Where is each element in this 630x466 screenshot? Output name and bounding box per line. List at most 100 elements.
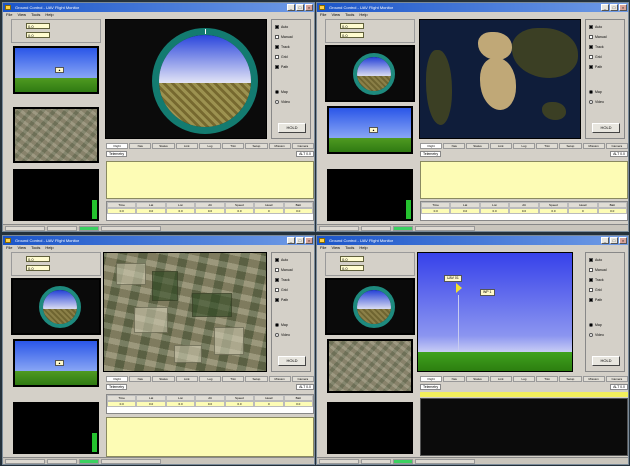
checkbox-box[interactable] bbox=[589, 298, 593, 302]
close-button[interactable]: × bbox=[305, 237, 313, 244]
log-area[interactable] bbox=[420, 161, 628, 199]
radio-dot[interactable] bbox=[589, 90, 593, 94]
menu-view[interactable]: View bbox=[331, 245, 340, 251]
tab-link[interactable]: Link bbox=[175, 376, 198, 382]
satellite-map[interactable] bbox=[103, 252, 267, 372]
checkbox-box[interactable] bbox=[275, 278, 279, 282]
checkbox-box[interactable] bbox=[275, 65, 279, 69]
checkbox-track[interactable]: Track bbox=[589, 278, 604, 282]
checkbox-box[interactable] bbox=[589, 35, 593, 39]
tab-mission[interactable]: Mission bbox=[268, 376, 291, 382]
titlebar[interactable]: Ground Control - UAV Flight Monitor _ □ … bbox=[3, 236, 314, 245]
tab-flight[interactable]: Flight bbox=[106, 143, 129, 149]
menu-file[interactable]: File bbox=[6, 12, 12, 18]
checkbox-auto[interactable]: Auto bbox=[589, 258, 602, 262]
maximize-button[interactable]: □ bbox=[610, 4, 618, 11]
checkbox-box[interactable] bbox=[275, 55, 279, 59]
readout-field[interactable]: 0.0 bbox=[26, 256, 50, 262]
checkbox-box[interactable] bbox=[589, 258, 593, 262]
checkbox-box[interactable] bbox=[275, 298, 279, 302]
menu-view[interactable]: View bbox=[17, 245, 26, 251]
checkbox-box[interactable] bbox=[275, 45, 279, 49]
tab-trim[interactable]: Trim bbox=[536, 143, 559, 149]
tab-log[interactable]: Log bbox=[198, 376, 222, 382]
checkbox-grid[interactable]: Grid bbox=[589, 55, 602, 59]
radio-map[interactable]: Map bbox=[275, 323, 288, 327]
tab-setup[interactable]: Setup bbox=[559, 376, 582, 382]
tab-camera[interactable]: Camera bbox=[291, 376, 314, 382]
tab-camera[interactable]: Camera bbox=[605, 143, 628, 149]
satellite-thumbnail[interactable] bbox=[13, 107, 99, 163]
maximize-button[interactable]: □ bbox=[610, 237, 618, 244]
tab-status[interactable]: Status bbox=[152, 376, 175, 382]
menu-file[interactable]: File bbox=[6, 245, 12, 251]
radio-video[interactable]: Video bbox=[589, 333, 604, 337]
tab-status[interactable]: Status bbox=[152, 143, 175, 149]
checkbox-path[interactable]: Path bbox=[589, 65, 602, 69]
menu-file[interactable]: File bbox=[320, 12, 326, 18]
checkbox-grid[interactable]: Grid bbox=[275, 288, 288, 292]
menu-view[interactable]: View bbox=[17, 12, 26, 18]
checkbox-path[interactable]: Path bbox=[275, 298, 288, 302]
tab-setup[interactable]: Setup bbox=[245, 376, 268, 382]
radio-dot[interactable] bbox=[589, 100, 593, 104]
tab-nav[interactable]: Nav bbox=[129, 143, 152, 149]
minimize-button[interactable]: _ bbox=[601, 237, 609, 244]
menu-help[interactable]: Help bbox=[45, 245, 53, 251]
checkbox-box[interactable] bbox=[589, 268, 593, 272]
checkbox-box[interactable] bbox=[589, 55, 593, 59]
tab-log[interactable]: Log bbox=[198, 143, 222, 149]
minimize-button[interactable]: _ bbox=[287, 4, 295, 11]
world-map[interactable] bbox=[419, 19, 581, 139]
hold-button[interactable]: HOLD bbox=[278, 123, 306, 133]
menu-tools[interactable]: Tools bbox=[31, 12, 40, 18]
close-button[interactable]: × bbox=[619, 4, 627, 11]
tab-nav[interactable]: Nav bbox=[443, 143, 466, 149]
video-feed[interactable] bbox=[327, 169, 413, 221]
tab-flight[interactable]: Flight bbox=[420, 376, 443, 382]
readout-field[interactable]: 0.0 bbox=[26, 23, 50, 29]
checkbox-auto[interactable]: Auto bbox=[275, 258, 288, 262]
tab-trim[interactable]: Trim bbox=[536, 376, 559, 382]
tab-log[interactable]: Log bbox=[512, 376, 536, 382]
tab-flight[interactable]: Flight bbox=[106, 376, 129, 382]
log-area[interactable] bbox=[106, 417, 314, 457]
menu-tools[interactable]: Tools bbox=[31, 245, 40, 251]
console-output[interactable] bbox=[420, 398, 628, 456]
checkbox-auto[interactable]: Auto bbox=[589, 25, 602, 29]
checkbox-box[interactable] bbox=[275, 288, 279, 292]
radio-video[interactable]: Video bbox=[275, 100, 290, 104]
readout-field[interactable]: 0.0 bbox=[340, 256, 364, 262]
tab-setup[interactable]: Setup bbox=[559, 143, 582, 149]
checkbox-box[interactable] bbox=[589, 65, 593, 69]
radio-video[interactable]: Video bbox=[275, 333, 290, 337]
maximize-button[interactable]: □ bbox=[296, 4, 304, 11]
radio-video[interactable]: Video bbox=[589, 100, 604, 104]
checkbox-box[interactable] bbox=[589, 288, 593, 292]
tab-camera[interactable]: Camera bbox=[605, 376, 628, 382]
menu-tools[interactable]: Tools bbox=[345, 12, 354, 18]
minimize-button[interactable]: _ bbox=[287, 237, 295, 244]
minimize-button[interactable]: _ bbox=[601, 4, 609, 11]
radio-dot[interactable] bbox=[589, 333, 593, 337]
video-feed[interactable] bbox=[13, 402, 99, 454]
tab-link[interactable]: Link bbox=[489, 376, 512, 382]
checkbox-manual[interactable]: Manual bbox=[589, 268, 606, 272]
tab-log[interactable]: Log bbox=[512, 143, 536, 149]
hold-button[interactable]: HOLD bbox=[278, 356, 306, 366]
checkbox-path[interactable]: Path bbox=[275, 65, 288, 69]
titlebar[interactable]: Ground Control - UAV Flight Monitor _ □ … bbox=[3, 3, 314, 12]
checkbox-grid[interactable]: Grid bbox=[589, 288, 602, 292]
close-button[interactable]: × bbox=[305, 4, 313, 11]
video-feed[interactable] bbox=[13, 169, 99, 221]
menu-help[interactable]: Help bbox=[359, 12, 367, 18]
radio-dot[interactable] bbox=[275, 333, 279, 337]
readout-field[interactable]: 0.0 bbox=[340, 23, 364, 29]
checkbox-box[interactable] bbox=[589, 25, 593, 29]
menu-view[interactable]: View bbox=[331, 12, 340, 18]
tab-nav[interactable]: Nav bbox=[443, 376, 466, 382]
tab-status[interactable]: Status bbox=[466, 376, 489, 382]
menu-tools[interactable]: Tools bbox=[345, 245, 354, 251]
menu-help[interactable]: Help bbox=[45, 12, 53, 18]
checkbox-manual[interactable]: Manual bbox=[589, 35, 606, 39]
